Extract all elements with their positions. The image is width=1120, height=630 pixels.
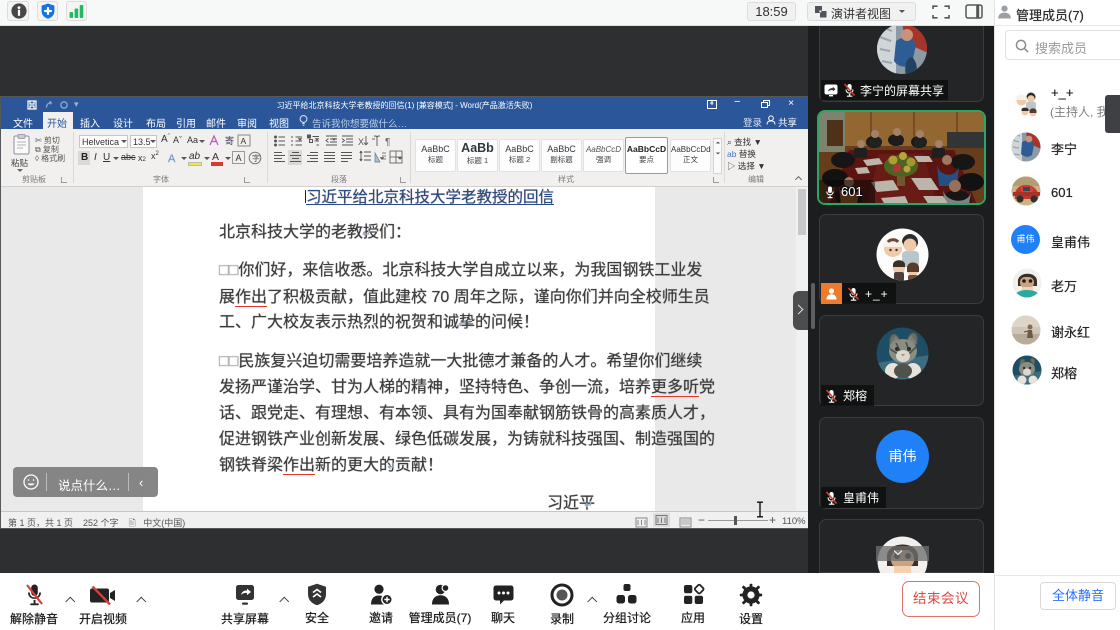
svg-text:字: 字 [252,153,260,163]
svg-text:X: X [358,137,364,147]
svg-text:A: A [241,136,247,146]
svg-text:A: A [168,153,176,165]
svg-text:¶: ¶ [385,137,390,148]
svg-text:寄: 寄 [225,135,234,146]
